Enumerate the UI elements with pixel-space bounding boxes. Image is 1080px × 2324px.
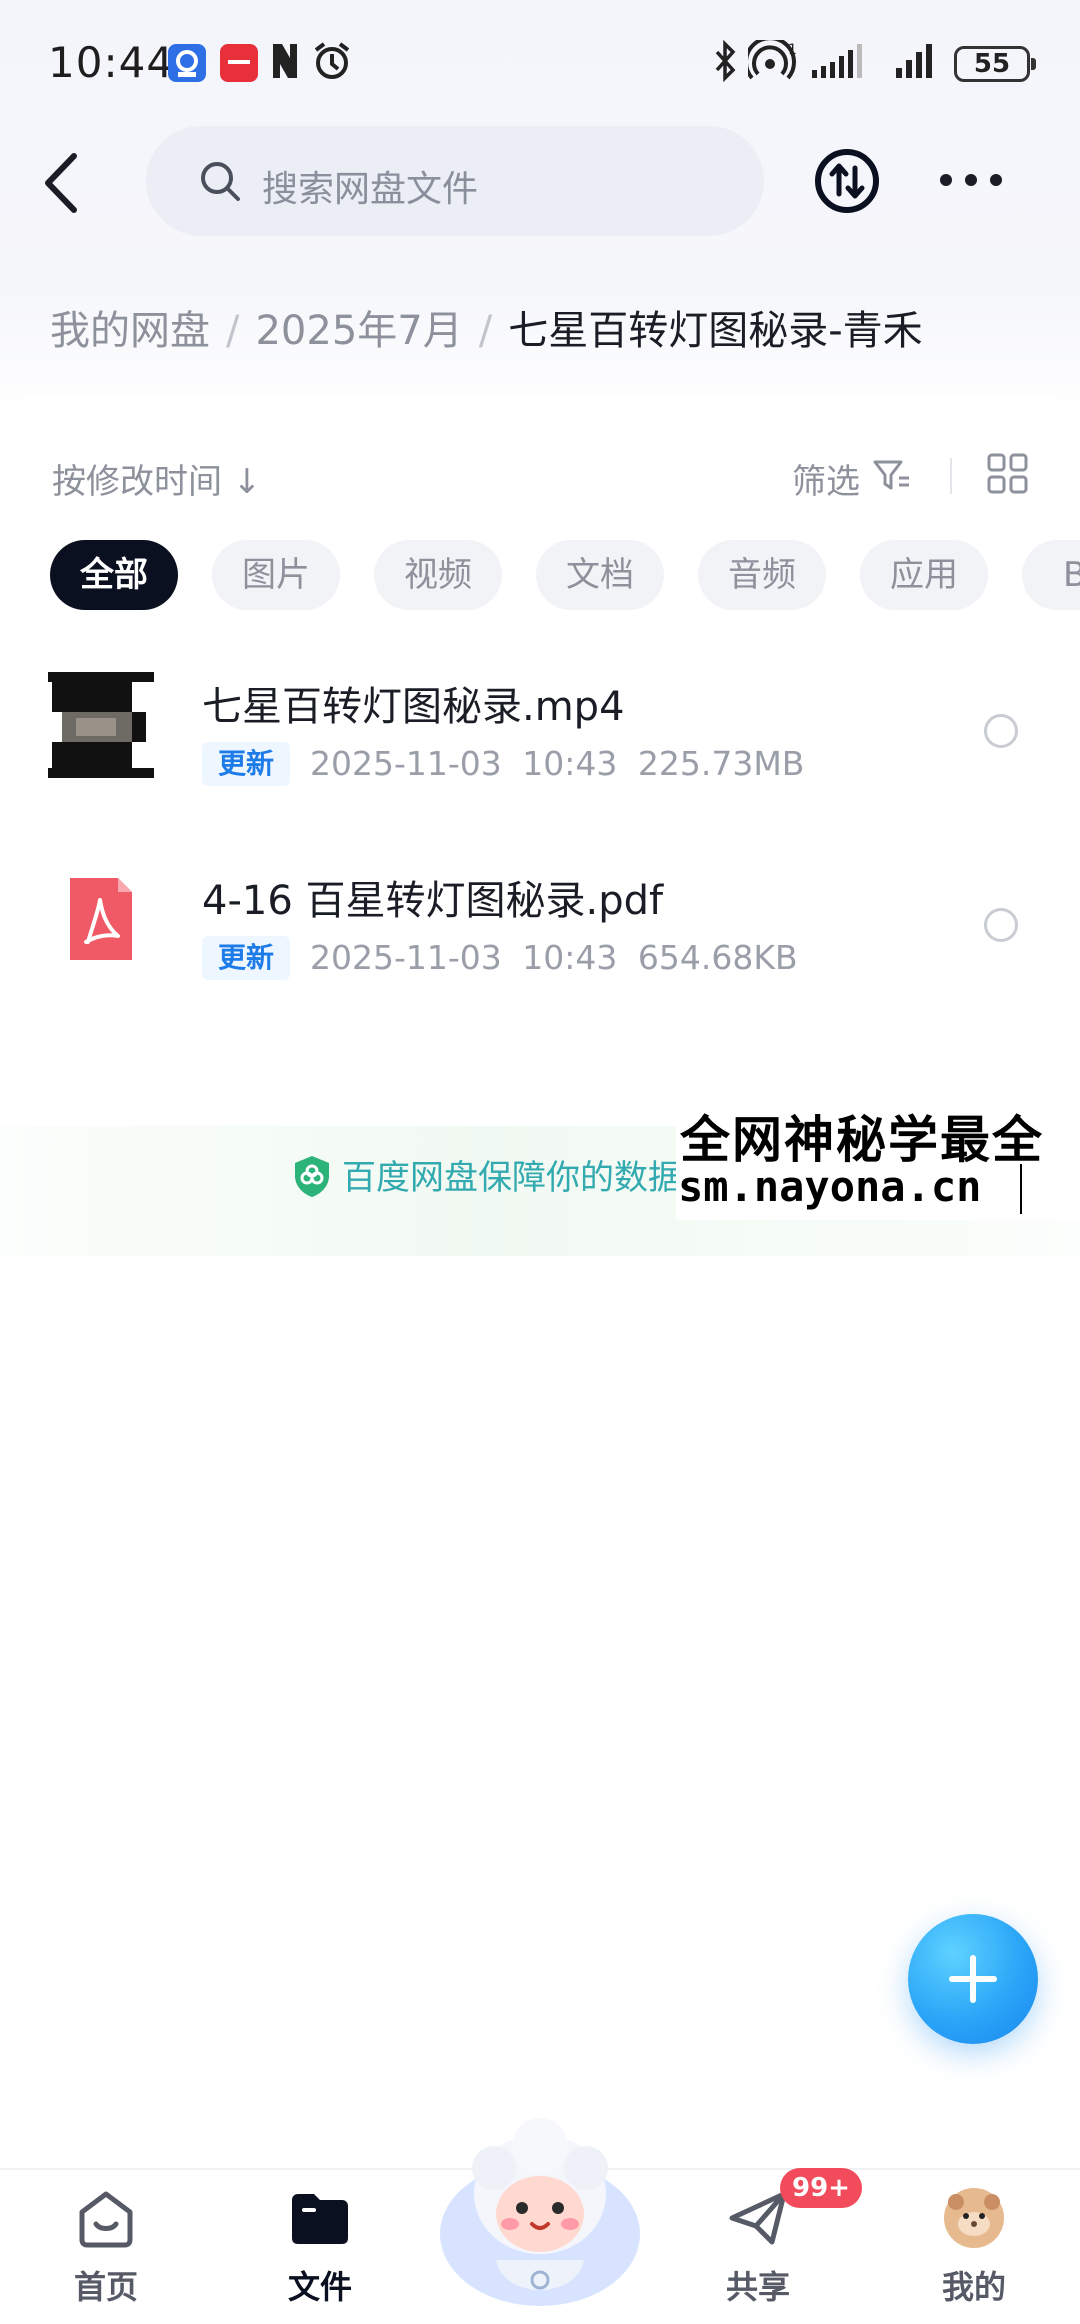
nav-home[interactable]: 首页 — [36, 2186, 176, 2316]
signal-icon-2 — [896, 44, 932, 78]
assurance-text: 百度网盘保障你的数据 — [342, 1158, 682, 1198]
file-meta: 2025-11-03 10:43 225.73MB — [310, 744, 805, 783]
nav-label: 我的 — [941, 2268, 1006, 2306]
add-button[interactable] — [908, 1914, 1038, 2044]
search-icon — [201, 162, 240, 201]
tab-apps[interactable]: 应用 — [860, 540, 988, 610]
svg-text:1: 1 — [788, 42, 797, 58]
filter-button[interactable]: 筛选 — [792, 454, 860, 503]
status-time: 10:44 — [48, 38, 175, 87]
search-input[interactable]: 搜索网盘文件 — [146, 126, 764, 236]
pdf-icon — [70, 878, 132, 960]
nfc-icon — [273, 44, 297, 78]
nav-label: 共享 — [725, 2268, 790, 2306]
alarm-icon — [314, 42, 350, 79]
back-icon[interactable] — [36, 148, 92, 218]
file-name: 七星百转灯图秘录.mp4 — [202, 684, 625, 730]
search-placeholder: 搜索网盘文件 — [262, 169, 479, 210]
hotspot-icon: 1 — [748, 40, 797, 80]
tab-documents[interactable]: 文档 — [536, 540, 664, 610]
nav-label: 首页 — [73, 2268, 138, 2306]
nav-profile[interactable]: 我的 — [904, 2186, 1044, 2316]
shield-icon — [295, 1156, 329, 1197]
status-bar: 10:44 1 55 — [0, 0, 1080, 130]
select-checkbox[interactable] — [984, 908, 1018, 942]
select-checkbox[interactable] — [984, 714, 1018, 748]
bluetooth-icon — [715, 40, 736, 82]
tab-videos[interactable]: 视频 — [374, 540, 502, 610]
breadcrumb-separator: / — [478, 308, 493, 354]
app-notification-icon — [168, 44, 206, 82]
toolbar-divider — [950, 458, 952, 494]
breadcrumb-item-month[interactable]: 2025年7月 — [255, 308, 462, 354]
category-tabs: 全部图片视频文档音频应用 BT — [50, 540, 1080, 612]
folder-icon — [292, 2194, 348, 2244]
grid-view-icon[interactable] — [986, 452, 1030, 496]
share-plane-icon — [729, 2191, 787, 2245]
nav-label: 文件 — [287, 2268, 352, 2306]
signal-icon-1 — [812, 44, 862, 78]
tab-audio[interactable]: 音频 — [698, 540, 826, 610]
file-row[interactable]: 4-16 百星转灯图秘录.pdf 更新 2025-11-03 10:43 654… — [0, 844, 1080, 1004]
watermark-url: sm.nayona.cn — [678, 1162, 982, 1211]
file-name: 4-16 百星转灯图秘录.pdf — [202, 878, 664, 924]
update-badge: 更新 — [202, 936, 291, 980]
ai-assistant-mascot[interactable] — [434, 2110, 646, 2324]
file-meta: 2025-11-03 10:43 654.68KB — [310, 938, 798, 977]
update-badge: 更新 — [202, 742, 291, 786]
filter-icon[interactable] — [872, 458, 912, 494]
breadcrumb-separator: / — [226, 308, 240, 354]
sort-button[interactable]: 按修改时间 ↓ — [52, 454, 261, 503]
text-cursor — [1020, 1164, 1022, 1214]
breadcrumb-item-current: 七星百转灯图秘录-青禾 — [508, 308, 923, 354]
home-icon — [79, 2191, 133, 2248]
notification-badge: 99+ — [780, 2168, 862, 2208]
transfer-list-icon[interactable] — [814, 148, 880, 214]
avatar — [944, 2188, 1004, 2248]
breadcrumb-item-root[interactable]: 我的网盘 — [50, 308, 210, 354]
tab-all[interactable]: 全部 — [50, 540, 178, 610]
watermark-overlay: 全网神秘学最全 sm.nayona.cn — [676, 1096, 1080, 1220]
video-thumbnail — [46, 670, 156, 780]
battery-indicator: 55 — [954, 46, 1036, 82]
tab-bt[interactable]: BT — [1022, 540, 1080, 610]
more-options-icon[interactable] — [936, 160, 1006, 200]
breadcrumb: 我的网盘 / 2025年7月 / 七星百转灯图秘录-青禾 — [50, 298, 923, 356]
nav-files[interactable]: 文件 — [250, 2186, 390, 2316]
shopping-app-icon — [220, 44, 258, 82]
file-row[interactable]: 七星百转灯图秘录.mp4 更新 2025-11-03 10:43 225.73M… — [0, 650, 1080, 810]
tab-images[interactable]: 图片 — [212, 540, 340, 610]
